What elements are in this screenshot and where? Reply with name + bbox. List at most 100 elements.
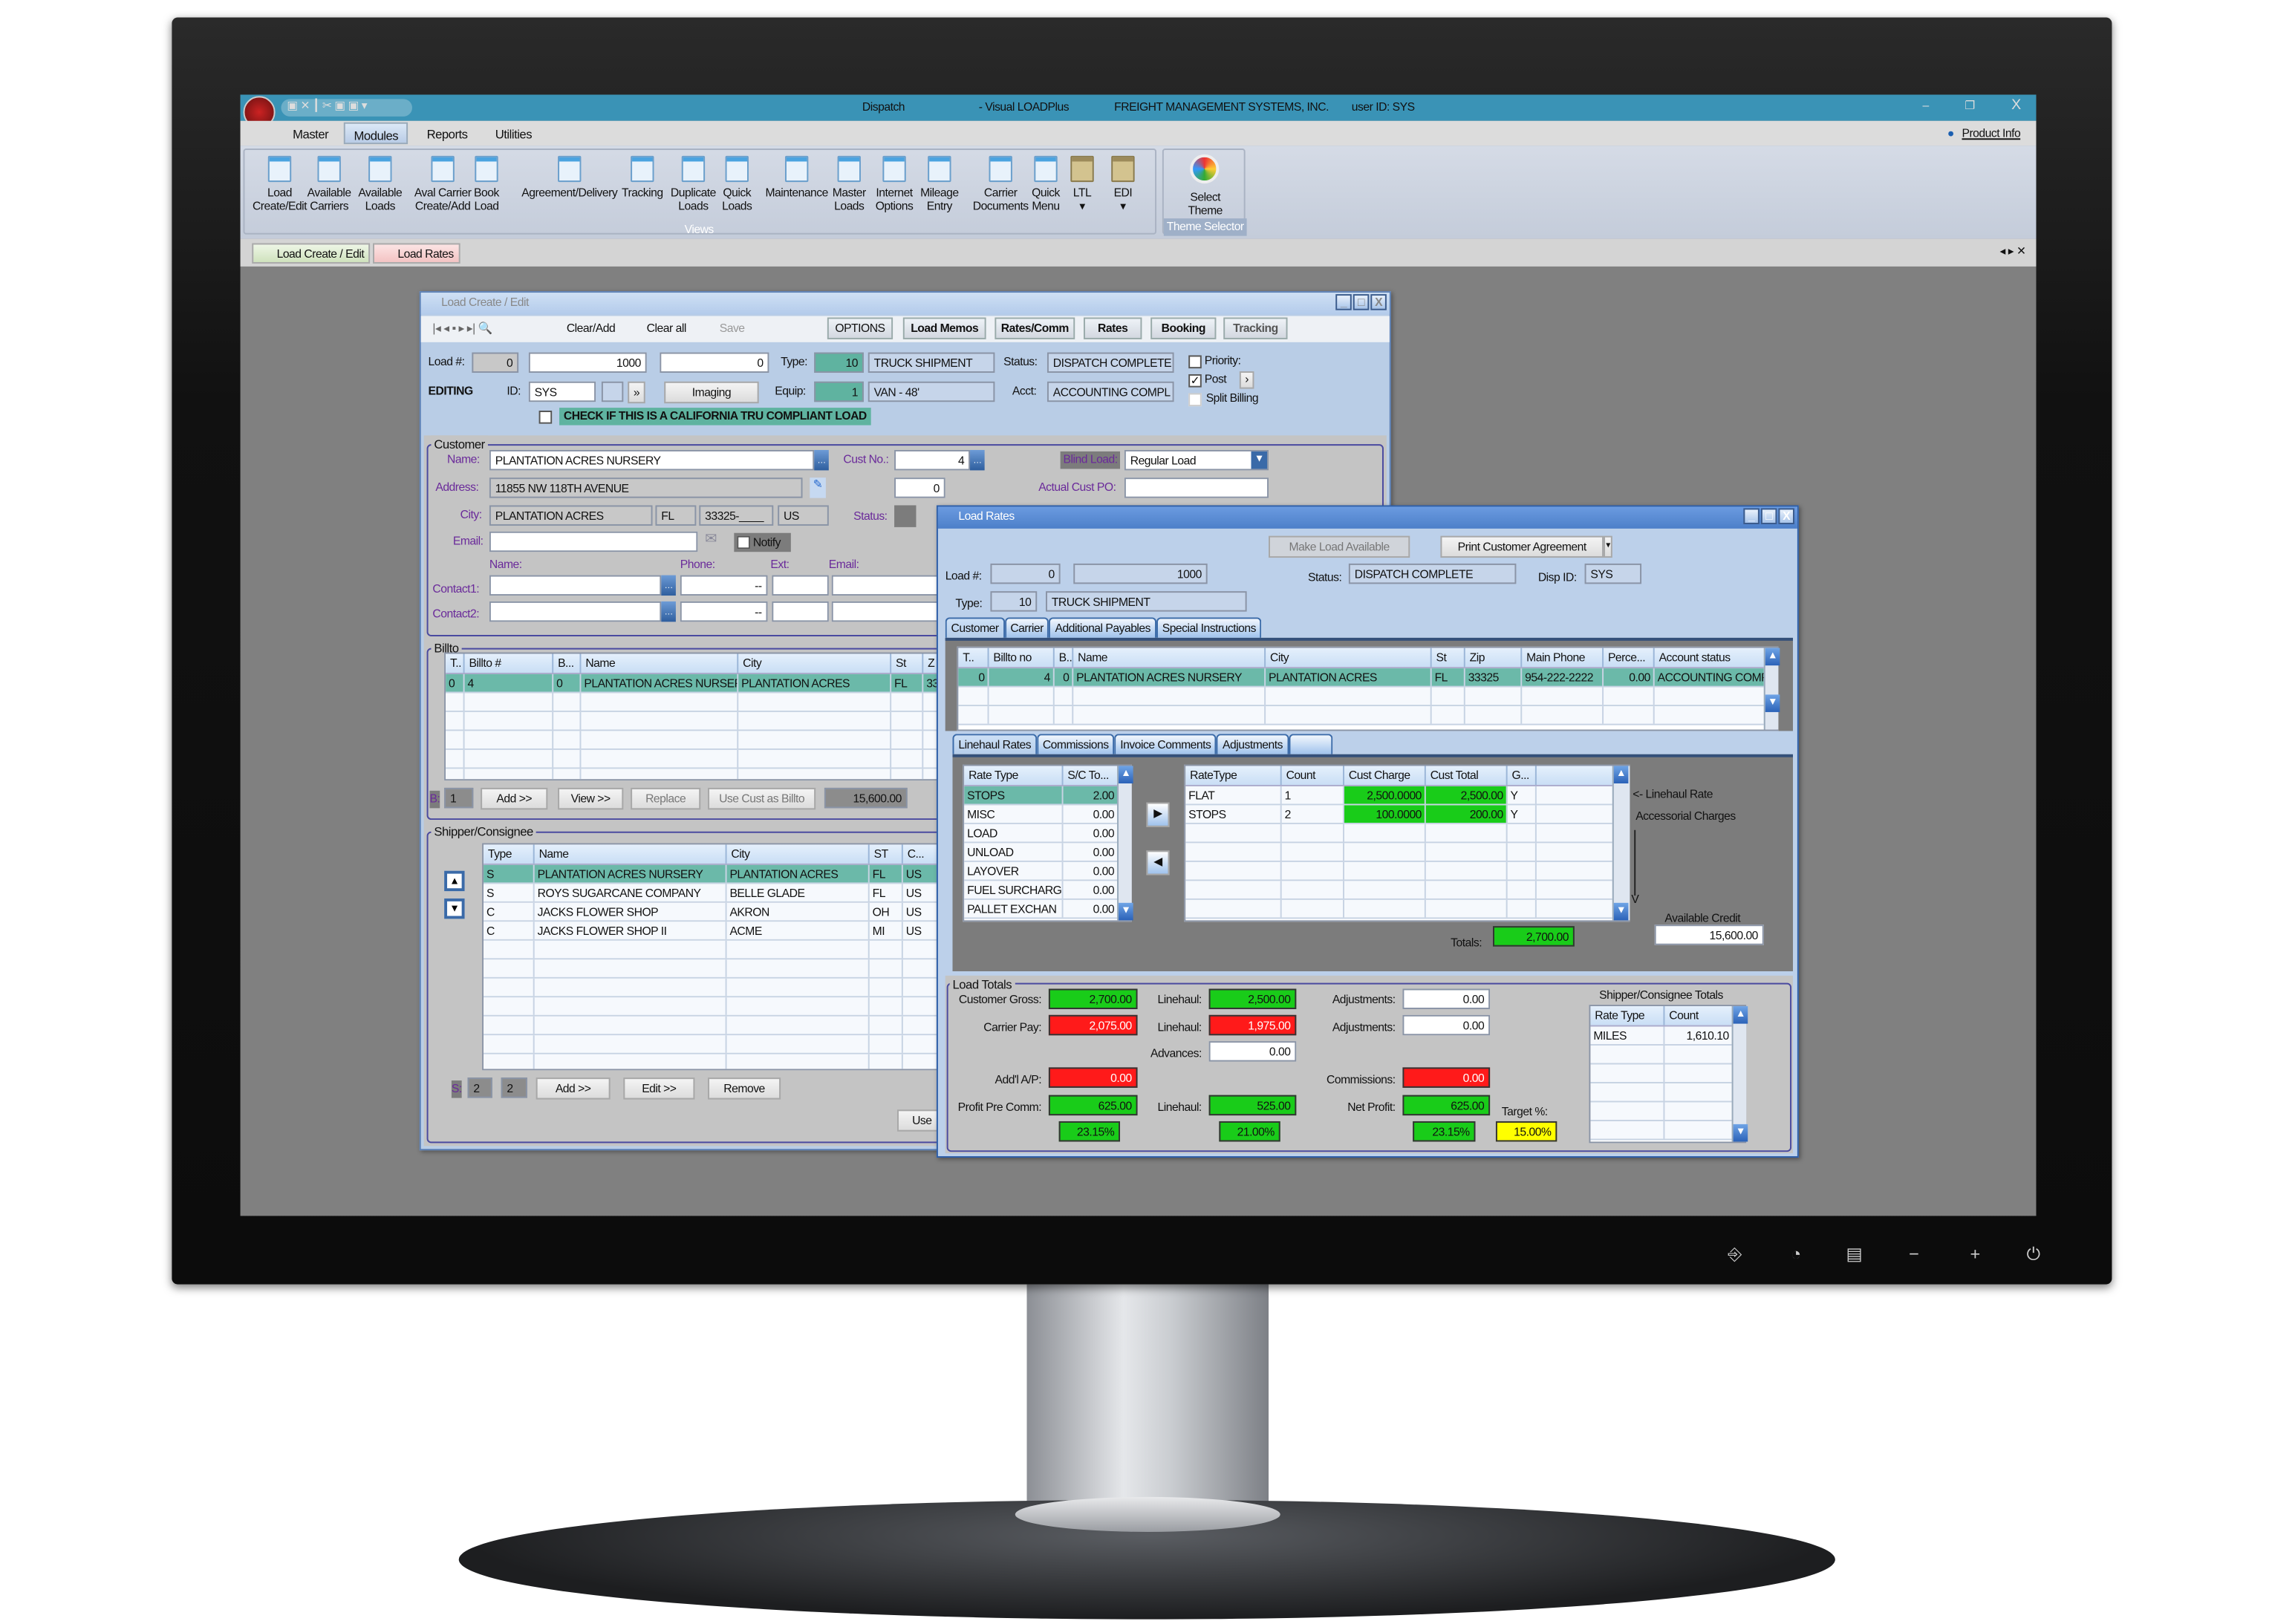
minus-icon[interactable]: − (1899, 1239, 1928, 1268)
column-header[interactable]: T.. (446, 653, 465, 673)
input-source-icon[interactable]: ⎆ (1720, 1239, 1749, 1268)
scroll-down-button[interactable]: ▼ (1733, 1124, 1748, 1142)
empty-row[interactable] (1185, 881, 1629, 900)
column-header[interactable]: Account status (1655, 648, 1765, 668)
booking-button[interactable]: Booking (1150, 317, 1217, 339)
column-header[interactable]: T.. (958, 648, 989, 668)
billto-add-button[interactable]: Add >> (481, 787, 548, 810)
linehaul-rates-grid[interactable]: RateType Count Cust Charge Cust Total G... FL… (1184, 764, 1630, 922)
empty-row[interactable] (446, 731, 945, 750)
power-icon[interactable]: ⏻ (2019, 1239, 2048, 1268)
sc-totals-grid[interactable]: Rate Type Count MILES 1,610.10 (1589, 1005, 1747, 1144)
table-row[interactable]: FUEL SURCHARG 0.00 (964, 881, 1130, 900)
blind-load-select[interactable]: Regular Load (1124, 449, 1269, 471)
tab-special-instructions[interactable]: Special Instructions (1156, 617, 1262, 638)
shipper-add-button[interactable]: Add >> (536, 1077, 611, 1100)
shipper-remove-button[interactable]: Remove (708, 1077, 781, 1100)
restore-button[interactable]: ❐ (1965, 97, 1975, 115)
rate-types-grid[interactable]: Rate Type S/C To... STOPS 2.00 MISC 0.00 LOAD 0… (963, 764, 1132, 922)
doc-tab-load-create[interactable]: Load Create / Edit (252, 243, 371, 264)
table-row[interactable]: 0 4 0 PLANTATION ACRES NURSERY PLANTATION AC… (958, 668, 1777, 688)
scroll-down-button[interactable]: ▼ (1765, 694, 1780, 712)
close-button[interactable]: X (1778, 508, 1794, 524)
use-cust-as-billto-button[interactable]: Use Cust as Billto (708, 787, 816, 810)
load-prefix-field[interactable]: 0 (472, 352, 519, 374)
target-pct-field[interactable]: 15.00% (1495, 1121, 1557, 1142)
select-theme-button[interactable]: Select Theme (1164, 191, 1247, 217)
column-header[interactable]: G... (1508, 766, 1537, 785)
cust-no-lookup-button[interactable]: … (970, 449, 985, 471)
sc-totals-scrollbar[interactable]: ▲ ▼ (1731, 1006, 1748, 1142)
table-row[interactable]: S ROYS SUGARCANE COMPANY BELLE GLADE FL US (484, 884, 945, 903)
expand-button[interactable]: » (628, 381, 645, 404)
ribbon-button[interactable]: Mileage Entry (912, 150, 968, 212)
menu-icon[interactable]: ◔ (1781, 1239, 1810, 1268)
empty-row[interactable] (484, 959, 945, 979)
notify-toggle[interactable]: Notify (734, 532, 791, 552)
empty-row[interactable] (446, 693, 945, 712)
rates-comm-button[interactable]: Rates/Comm (995, 317, 1075, 339)
move-down-button[interactable]: ▼ (444, 898, 465, 919)
empty-row[interactable] (1185, 899, 1629, 919)
address-field[interactable]: 11855 NW 118TH AVENUE (489, 477, 803, 498)
column-header[interactable]: Count (1664, 1006, 1734, 1025)
column-header[interactable]: Billto # (465, 653, 554, 673)
scroll-up-button[interactable]: ▲ (1613, 766, 1629, 784)
ribbon-button[interactable]: LTL ▾ (1062, 150, 1103, 212)
tab-scroll-arrows[interactable]: ◂ ▸ ✕ (1999, 243, 2026, 261)
chevron-down-icon[interactable]: ▼ (1251, 451, 1268, 469)
empty-row[interactable] (484, 1035, 945, 1054)
contact2-phone-field[interactable]: -- (680, 601, 768, 622)
column-header[interactable]: Count (1282, 766, 1345, 785)
empty-row[interactable] (484, 1016, 945, 1036)
make-load-available-button[interactable]: Make Load Available (1269, 535, 1410, 558)
load-memos-button[interactable]: Load Memos (902, 317, 986, 339)
post-checkbox[interactable]: ✓ (1188, 374, 1202, 388)
column-header[interactable]: C... (903, 844, 938, 864)
scroll-down-button[interactable]: ▼ (1613, 902, 1629, 921)
column-header[interactable]: Cust Charge (1344, 766, 1426, 785)
customer-grid-scrollbar[interactable]: ▲ ▼ (1763, 648, 1780, 730)
table-row[interactable]: S PLANTATION ACRES NURSERY PLANTATION ACRE… (484, 864, 945, 884)
scroll-up-button[interactable]: ▲ (1765, 648, 1780, 666)
column-header[interactable]: City (1266, 648, 1432, 668)
empty-row[interactable] (484, 1054, 945, 1069)
column-header[interactable]: Type (484, 844, 535, 864)
shipper-edit-button[interactable]: Edit >> (623, 1077, 695, 1100)
scroll-up-button[interactable]: ▲ (1733, 1006, 1748, 1024)
customer-lookup-button[interactable]: … (814, 449, 829, 471)
doc-tab-load-rates[interactable]: Load Rates (373, 243, 461, 264)
priority-checkbox[interactable] (1188, 355, 1202, 369)
scroll-down-button[interactable]: ▼ (1119, 902, 1133, 921)
minimize-button[interactable]: _ (1743, 508, 1760, 524)
contact1-phone-field[interactable]: -- (680, 575, 768, 596)
table-row[interactable]: C JACKS FLOWER SHOP AKRON OH US (484, 902, 945, 922)
empty-row[interactable] (1185, 861, 1629, 881)
rates-button[interactable]: Rates (1083, 317, 1142, 339)
split-billing-checkbox[interactable] (1188, 393, 1202, 407)
city-field[interactable]: PLANTATION ACRES (489, 505, 653, 526)
settings-icon[interactable]: ▤ (1840, 1239, 1869, 1268)
empty-row[interactable] (1185, 824, 1629, 844)
table-row[interactable]: STOPS 2.00 (964, 786, 1130, 806)
rates-grid-scrollbar[interactable]: ▲ ▼ (1612, 766, 1630, 921)
ribbon-button[interactable]: Book Load (463, 150, 510, 212)
load-number-field[interactable]: 1000 (528, 352, 647, 374)
id-field[interactable]: SYS (528, 381, 596, 402)
rates-customer-grid[interactable]: T.. Billto no B.. Name City St Zip Main Phone Pe… (957, 646, 1779, 731)
plus-icon[interactable]: + (1961, 1239, 1990, 1268)
billto-grid[interactable]: T.. Billto # B... Name City St Z 0 4 0 PLANTATION … (444, 652, 947, 781)
contact2-name-field[interactable] (489, 601, 662, 622)
column-header[interactable]: Billto no (989, 648, 1055, 668)
contact2-lookup-button[interactable]: … (661, 601, 676, 622)
column-header[interactable]: Name (1073, 648, 1266, 668)
billto-view-button[interactable]: View >> (558, 787, 624, 810)
empty-row[interactable] (446, 749, 945, 769)
print-customer-agreement-button[interactable]: Print Customer Agreement (1440, 535, 1604, 558)
contact2-email-field[interactable] (831, 601, 941, 622)
tru-compliant-checkbox[interactable] (538, 411, 553, 424)
column-header[interactable]: St (891, 653, 924, 673)
rate-types-scrollbar[interactable]: ▲ ▼ (1117, 766, 1133, 921)
ribbon-button[interactable]: Available Loads (350, 150, 411, 212)
customer-name-field[interactable]: PLANTATION ACRES NURSERY (489, 449, 815, 471)
